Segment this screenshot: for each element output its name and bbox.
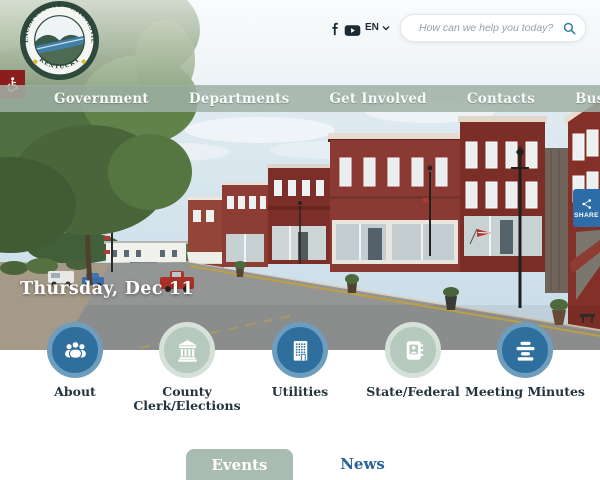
state-federal-circle: [385, 322, 441, 378]
share-label: SHARE: [574, 212, 599, 219]
quick-link-label: State/Federal: [353, 385, 473, 399]
main-nav: Government Departments Get Involved Cont…: [0, 85, 600, 112]
language-label: EN: [365, 22, 379, 33]
nav-item-businesses[interactable]: Businesses: [575, 91, 600, 107]
search-input[interactable]: [417, 21, 562, 35]
nav-item-departments[interactable]: Departments: [189, 91, 290, 107]
share-icon: [581, 198, 593, 210]
quick-link-label: County Clerk/Elections: [127, 385, 247, 414]
list-lines-icon: [512, 337, 539, 364]
quick-link-label: About: [15, 385, 135, 399]
quick-link-meeting-minutes[interactable]: Meeting Minutes: [465, 322, 585, 399]
chevron-down-icon: [382, 25, 390, 31]
tab-events[interactable]: Events: [186, 449, 293, 480]
county-seal-logo[interactable]: SPENCER COUNTY • TAYLORSVILLE KENTUCKY: [19, 0, 100, 81]
contact-book-icon: [400, 337, 427, 364]
youtube-link[interactable]: [344, 22, 361, 35]
page: SPENCER COUNTY • TAYLORSVILLE KENTUCKY E…: [0, 0, 600, 480]
search-bar: [400, 14, 586, 42]
nav-item-contacts[interactable]: Contacts: [467, 91, 535, 107]
facebook-link[interactable]: [328, 21, 342, 35]
about-circle: [47, 322, 103, 378]
courthouse-icon: [174, 337, 201, 364]
search-icon[interactable]: [562, 21, 577, 36]
quick-links-row: About County Clerk/Elections: [0, 322, 600, 422]
facebook-icon: [328, 22, 342, 36]
quick-link-label: Utilities: [240, 385, 360, 399]
quick-link-utilities[interactable]: Utilities: [240, 322, 360, 399]
youtube-icon: [344, 24, 361, 37]
quick-link-about[interactable]: About: [15, 322, 135, 399]
users-icon: [62, 337, 89, 364]
tab-news[interactable]: News: [320, 455, 405, 473]
utilities-circle: [272, 322, 328, 378]
building-icon: [287, 337, 314, 364]
quick-link-county-clerk-elections[interactable]: County Clerk/Elections: [127, 322, 247, 414]
language-selector[interactable]: EN: [365, 22, 390, 33]
share-button[interactable]: SHARE: [573, 189, 600, 227]
quick-link-state-federal[interactable]: State/Federal: [353, 322, 473, 399]
nav-item-government[interactable]: Government: [54, 91, 149, 107]
current-date: Thursday, Dec 11: [20, 279, 194, 299]
meeting-minutes-circle: [497, 322, 553, 378]
county-clerk-circle: [159, 322, 215, 378]
nav-item-get-involved[interactable]: Get Involved: [329, 91, 426, 107]
quick-link-label: Meeting Minutes: [465, 385, 585, 399]
